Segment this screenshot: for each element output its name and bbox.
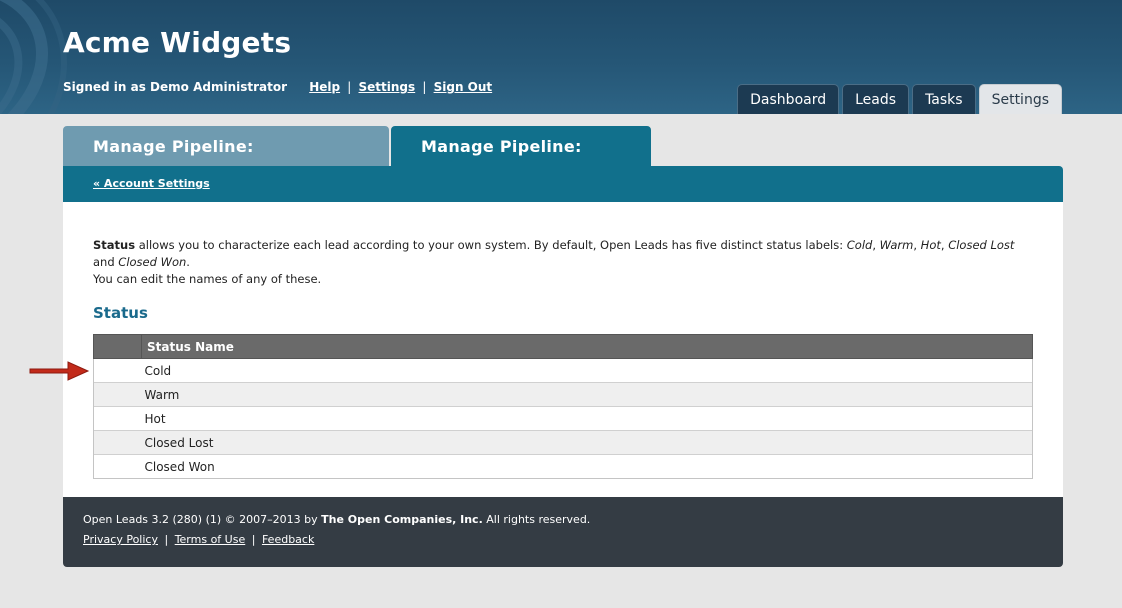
feedback-link[interactable]: Feedback — [262, 533, 314, 546]
app-title: Acme Widgets — [63, 26, 292, 59]
label-warm: Warm — [879, 238, 914, 252]
status-description: Status allows you to characterize each l… — [93, 238, 1015, 286]
page-footer: Open Leads 3.2 (280) (1) © 2007–2013 by … — [63, 497, 1063, 567]
status-table: Status Name Cold Warm Hot Closed Lost Cl… — [93, 334, 1033, 479]
table-row[interactable]: Closed Lost — [93, 430, 1033, 455]
settings-link[interactable]: Settings — [359, 80, 416, 94]
tab-dashboard[interactable]: Dashboard — [737, 84, 840, 114]
link-separator: | — [164, 533, 169, 546]
link-separator: | — [422, 80, 427, 94]
terms-of-use-link[interactable]: Terms of Use — [175, 533, 246, 546]
status-name-cell[interactable]: Closed Lost — [141, 430, 1033, 455]
section-title: Status — [93, 304, 148, 322]
table-header-status-name[interactable]: Status Name — [141, 334, 1033, 359]
tab-manage-pipeline-status[interactable]: Manage Pipeline: Status — [391, 126, 651, 198]
app-header: Acme Widgets Signed in as Demo Administr… — [0, 0, 1122, 114]
sign-out-link[interactable]: Sign Out — [434, 80, 493, 94]
table-header-blank — [93, 334, 142, 359]
description-term: Status — [93, 238, 136, 252]
label-closed-won: Closed Won — [118, 255, 187, 269]
table-row[interactable]: Closed Won — [93, 454, 1033, 479]
company-name: The Open Companies, Inc. — [321, 513, 483, 526]
main-nav-tabs: Dashboard Leads Tasks Settings — [737, 84, 1062, 114]
user-bar: Signed in as Demo Administrator Help | S… — [63, 80, 492, 94]
link-separator: | — [251, 533, 256, 546]
content-panel: Status allows you to characterize each l… — [63, 202, 1063, 497]
description-edit-note: You can edit the names of any of these. — [93, 272, 322, 286]
signed-in-text: Signed in as Demo Administrator — [63, 80, 288, 94]
tab-manage-pipeline-opportunities[interactable]: Manage Pipeline: Opportunities — [63, 126, 389, 198]
status-name-cell[interactable]: Cold — [141, 358, 1033, 383]
table-row[interactable]: Hot — [93, 406, 1033, 431]
arrow-right-icon — [29, 361, 90, 381]
label-closed-lost: Closed Lost — [948, 238, 1015, 252]
label-hot: Hot — [920, 238, 941, 252]
link-separator: | — [347, 80, 352, 94]
tab-tasks[interactable]: Tasks — [912, 84, 976, 114]
table-row[interactable]: Cold — [93, 358, 1033, 383]
sub-nav-bar: « Account Settings — [63, 166, 1063, 202]
pipeline-tabs: Manage Pipeline: Opportunities Manage Pi… — [63, 126, 651, 198]
table-row[interactable]: Warm — [93, 382, 1033, 407]
privacy-policy-link[interactable]: Privacy Policy — [83, 533, 158, 546]
status-name-cell[interactable]: Closed Won — [141, 454, 1033, 479]
copyright-text: Open Leads 3.2 (280) (1) © 2007–2013 by … — [83, 513, 591, 526]
account-settings-link[interactable]: « Account Settings — [93, 177, 210, 190]
tab-settings[interactable]: Settings — [978, 84, 1062, 114]
label-cold: Cold — [846, 238, 873, 252]
tab-leads[interactable]: Leads — [842, 84, 910, 114]
footer-links: Privacy Policy | Terms of Use | Feedback — [83, 533, 314, 546]
status-name-cell[interactable]: Warm — [141, 382, 1033, 407]
help-link[interactable]: Help — [309, 80, 340, 94]
status-name-cell[interactable]: Hot — [141, 406, 1033, 431]
